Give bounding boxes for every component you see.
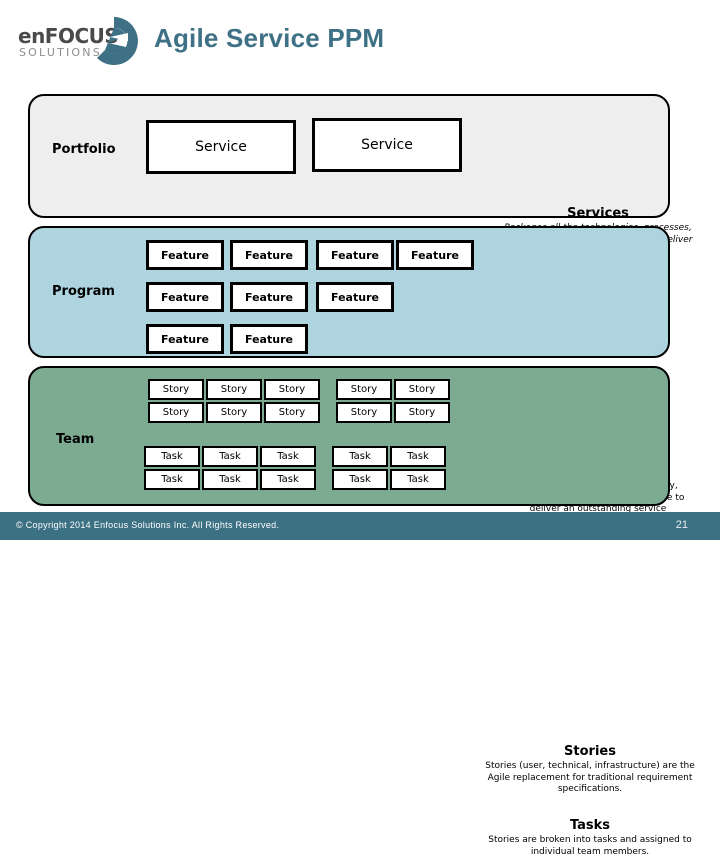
task-node[interactable]: Task bbox=[260, 469, 316, 490]
page-number: 21 bbox=[675, 519, 688, 531]
team-band-label: Team bbox=[56, 432, 95, 447]
task-node[interactable]: Task bbox=[390, 446, 446, 467]
service-node[interactable]: Service bbox=[312, 118, 462, 172]
stories-description-body: Stories (user, technical, infrastructure… bbox=[485, 761, 695, 794]
enfocus-logo: enFOCUS SOLUTIONS bbox=[14, 12, 146, 68]
story-node[interactable]: Story bbox=[148, 379, 204, 400]
stories-description-title: Stories bbox=[564, 744, 616, 759]
story-node[interactable]: Story bbox=[206, 379, 262, 400]
feature-node[interactable]: Feature bbox=[316, 282, 394, 312]
copyright-text: © Copyright 2014 Enfocus Solutions Inc. … bbox=[16, 520, 280, 530]
story-node[interactable]: Story bbox=[206, 402, 262, 423]
story-node[interactable]: Story bbox=[336, 379, 392, 400]
services-description-title: Services bbox=[567, 206, 629, 221]
task-node[interactable]: Task bbox=[144, 446, 200, 467]
story-node[interactable]: Story bbox=[394, 402, 450, 423]
stories-description: Stories Stories (user, technical, infras… bbox=[484, 744, 696, 796]
task-node[interactable]: Task bbox=[332, 469, 388, 490]
program-band-label: Program bbox=[52, 284, 115, 299]
feature-node[interactable]: Feature bbox=[230, 324, 308, 354]
task-node[interactable]: Task bbox=[390, 469, 446, 490]
tasks-description: Tasks Stories are broken into tasks and … bbox=[484, 818, 696, 858]
story-node[interactable]: Story bbox=[264, 379, 320, 400]
task-node[interactable]: Task bbox=[202, 446, 258, 467]
feature-node[interactable]: Feature bbox=[396, 240, 474, 270]
task-node[interactable]: Task bbox=[332, 446, 388, 467]
tasks-description-body: Stories are broken into tasks and assign… bbox=[488, 835, 692, 857]
program-band: Program Feature Feature Feature Feature … bbox=[28, 226, 684, 514]
enfocus-e-mark-icon bbox=[97, 17, 138, 65]
tasks-description-title: Tasks bbox=[569, 818, 611, 833]
feature-node[interactable]: Feature bbox=[146, 324, 224, 354]
story-node[interactable]: Story bbox=[394, 379, 450, 400]
slide-footer: © Copyright 2014 Enfocus Solutions Inc. … bbox=[0, 512, 720, 540]
feature-node[interactable]: Feature bbox=[146, 240, 224, 270]
story-node[interactable]: Story bbox=[336, 402, 392, 423]
feature-node[interactable]: Feature bbox=[230, 240, 308, 270]
task-node[interactable]: Task bbox=[260, 446, 316, 467]
portfolio-band-label: Portfolio bbox=[52, 142, 116, 157]
task-node[interactable]: Task bbox=[144, 469, 200, 490]
slide-header: enFOCUS SOLUTIONS Agile Service PPM bbox=[0, 0, 720, 86]
service-node[interactable]: Service bbox=[146, 120, 296, 174]
portfolio-band: Portfolio Service Service Services Packa… bbox=[28, 94, 692, 256]
page-title: Agile Service PPM bbox=[154, 23, 385, 53]
story-node[interactable]: Story bbox=[148, 402, 204, 423]
story-node[interactable]: Story bbox=[264, 402, 320, 423]
feature-node[interactable]: Feature bbox=[230, 282, 308, 312]
feature-node[interactable]: Feature bbox=[316, 240, 394, 270]
team-band: Team Story Story Story Story Story Story… bbox=[28, 366, 695, 857]
feature-node[interactable]: Feature bbox=[146, 282, 224, 312]
task-node[interactable]: Task bbox=[202, 469, 258, 490]
